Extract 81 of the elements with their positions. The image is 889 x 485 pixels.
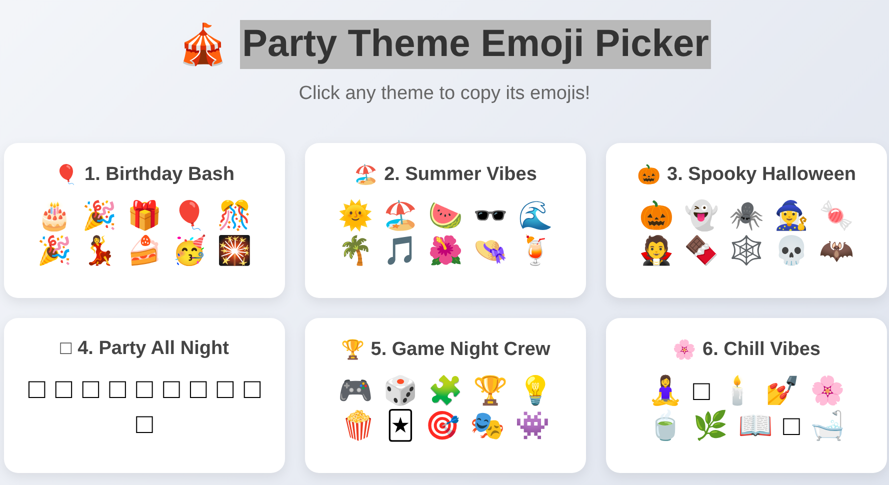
emoji-icon: 👻 — [684, 201, 719, 232]
emoji-icon: 👾 — [514, 411, 550, 442]
theme-icon: □ — [60, 338, 72, 360]
emoji-icon: 🏖 — [383, 201, 418, 232]
theme-title: 2. Summer Vibes — [384, 164, 537, 186]
theme-title: 3. Spooky Halloween — [667, 164, 856, 186]
emoji-icon: 🕯 — [720, 376, 755, 408]
theme-icon: 🎈 — [54, 163, 79, 188]
circus-tent-icon: 🎪 — [178, 24, 228, 65]
emoji-icon: □ — [136, 374, 153, 406]
emoji-icon: 🌿 — [693, 411, 728, 442]
emoji-icon: 🎯 — [424, 411, 460, 442]
theme-title: 4. Party All Night — [78, 338, 229, 360]
theme-card[interactable]: 🏖 2. Summer Vibes 🌞 🏖 🍉 🕶 🌊 🌴 🎵 🌺 👒 🍹 — [305, 143, 586, 298]
emoji-icon: 🌴 — [338, 236, 373, 267]
theme-icon: 🏖 — [354, 163, 378, 188]
emoji-icon: □ — [55, 374, 72, 406]
emoji-icon: 🍰 — [127, 236, 162, 267]
emoji-icon: 🎇 — [217, 236, 252, 267]
emoji-icon: 🏆 — [473, 376, 508, 408]
emoji-icon: 🧙‍♀ — [774, 201, 809, 232]
theme-icon: 🏆 — [340, 338, 365, 362]
page-title: Party Theme Emoji Picker — [240, 20, 711, 70]
emoji-icon: □ — [82, 374, 100, 406]
theme-title: 1. Birthday Bash — [84, 164, 234, 186]
emoji-icon: 🕶 — [473, 201, 508, 232]
emoji-icon: 🎮 — [338, 376, 373, 408]
emoji-icon: □ — [244, 374, 261, 406]
emoji-icon: 🎉 — [82, 201, 117, 232]
emoji-icon: □ — [783, 411, 800, 442]
emoji-icon: 🍿 — [341, 411, 376, 442]
theme-card[interactable]: 🏆 5. Game Night Crew 🎮 🎲 🧩 🏆 💡 🍿 🃏 🎯 🎭 👾 — [305, 318, 586, 474]
emoji-icon: 🌸 — [810, 376, 845, 408]
emoji-icon: □ — [162, 374, 180, 406]
emoji-icon: □ — [136, 409, 153, 440]
emoji-icon: 🍫 — [684, 236, 719, 267]
emoji-icon: 🎊 — [217, 201, 252, 232]
emoji-icon: □ — [109, 374, 126, 406]
theme-icon: 🎃 — [637, 163, 661, 188]
emoji-icon: 💀 — [774, 236, 809, 267]
emoji-icon: 🕷 — [729, 201, 764, 232]
emoji-icon: □ — [693, 376, 710, 408]
theme-icon: 🌸 — [672, 338, 697, 362]
theme-card[interactable]: 🎈 1. Birthday Bash 🎂 🎉 🎁 🎈 🎊 🎉 💃 🍰 🥳 🎇 — [4, 143, 285, 298]
emoji-icon: 🧩 — [428, 376, 463, 408]
emoji-icon: 🎂 — [37, 201, 72, 232]
emoji-icon: □ — [28, 374, 46, 406]
emoji-icon: □ — [190, 374, 207, 406]
emoji-icon: 🧛 — [639, 236, 674, 267]
emoji-icon: 🌺 — [428, 236, 463, 267]
emoji-icon: 🃏 — [386, 411, 415, 442]
emoji-icon: 👒 — [473, 236, 508, 267]
emoji-icon: 🛁 — [810, 411, 845, 442]
theme-card[interactable]: □ 4. Party All Night □ □ □ □ □ □ □ □ □ □ — [4, 318, 285, 474]
emoji-icon: 🎭 — [470, 411, 505, 442]
emoji-icon: 💡 — [518, 376, 553, 408]
emoji-icon: 🌞 — [338, 201, 373, 232]
emoji-icon: 🌊 — [518, 201, 553, 232]
emoji-icon: 🎲 — [383, 376, 418, 408]
theme-title: 6. Chill Vibes — [702, 339, 820, 362]
emoji-icon: 💅 — [764, 376, 800, 408]
subtitle: Click any theme to copy its emojis! — [298, 83, 590, 106]
emoji-icon: 🥳 — [172, 236, 207, 267]
emoji-icon: 🦇 — [819, 236, 854, 267]
emoji-icon: 🎉 — [37, 236, 72, 267]
emoji-icon: 🍵 — [648, 411, 684, 442]
theme-title: 5. Game Night Crew — [370, 339, 550, 362]
emoji-icon: 🎵 — [383, 236, 418, 267]
emoji-icon: 🎈 — [172, 201, 207, 232]
emoji-icon: 🎃 — [639, 201, 674, 232]
emoji-icon: 🎁 — [127, 201, 162, 232]
theme-card[interactable]: 🎃 3. Spooky Halloween 🎃 👻 🕷 🧙‍♀ 🍬 🧛 🍫 🕸 💀 🦇 — [606, 143, 887, 298]
emoji-icon: 💃 — [82, 236, 117, 267]
emoji-icon: 🍹 — [518, 236, 553, 267]
emoji-icon: 📖 — [738, 411, 774, 442]
emoji-icon: □ — [216, 374, 234, 406]
emoji-icon: 🧘‍♀ — [648, 376, 684, 408]
emoji-icon: 🍉 — [428, 201, 463, 232]
theme-card[interactable]: 🌸 6. Chill Vibes 🧘‍♀ □ 🕯 💅 🌸 🍵 🌿 📖 □ 🛁 — [606, 318, 887, 474]
emoji-icon: 🍬 — [819, 201, 854, 232]
emoji-icon: 🕸 — [729, 236, 764, 267]
